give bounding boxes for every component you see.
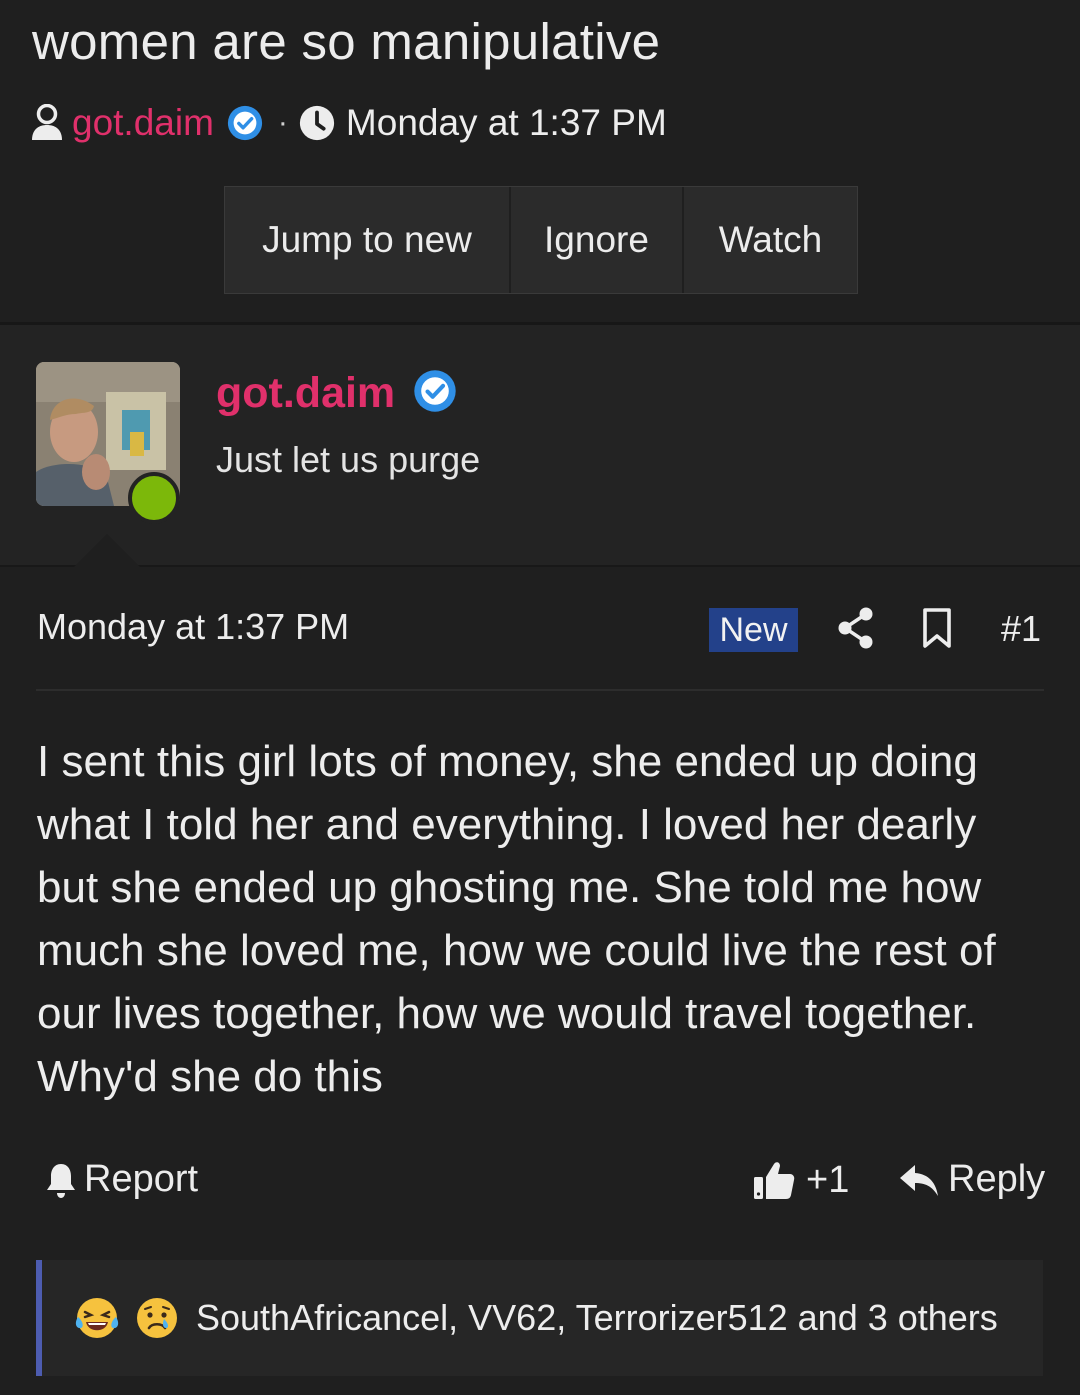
jump-to-new-button[interactable]: Jump to new [225,187,511,293]
crying-face-emoji [137,1298,177,1338]
post-author-block: got.daim Just let us purge [0,325,1080,566]
user-icon [32,104,62,140]
thread-action-buttons: Jump to new Ignore Watch [224,186,858,294]
divider [36,689,1044,691]
thumbs-up-icon [754,1162,795,1199]
share-icon[interactable] [836,606,876,650]
new-badge: New [709,608,798,652]
bookmark-icon[interactable] [920,607,954,649]
author-pointer-arrow [74,534,140,567]
laughing-tears-emoji [75,1298,119,1338]
thread-meta: got.daim · Monday at 1:37 PM [30,102,667,144]
post-author-name[interactable]: got.daim [216,369,395,418]
thread-author-link[interactable]: got.daim [72,102,214,144]
report-button[interactable]: Report [44,1158,198,1201]
ignore-button[interactable]: Ignore [511,187,684,293]
reply-button[interactable]: Reply [898,1158,1045,1201]
reply-label: Reply [948,1158,1046,1200]
like-button[interactable]: +1 [752,1158,849,1202]
post-body: I sent this girl lots of money, she ende… [37,737,996,1101]
verified-badge-icon [227,105,263,141]
divider [0,565,1080,567]
post-date[interactable]: Monday at 1:37 PM [37,606,349,648]
page: women are so manipulative got.daim · Mon… [0,0,1080,1395]
reply-arrow-icon [900,1164,938,1196]
user-title: Just let us purge [216,439,481,480]
bell-icon [47,1163,75,1198]
reactions-list[interactable]: SouthAfricancel, VV62, Terrorizer512 and… [196,1297,998,1339]
thread-date[interactable]: Monday at 1:37 PM [346,102,667,144]
clock-icon [299,105,335,141]
post-number-link[interactable]: #1 [1001,608,1041,650]
thread-title: women are so manipulative [32,13,661,70]
online-status-indicator [128,472,180,524]
like-count: +1 [806,1158,850,1201]
watch-button[interactable]: Watch [684,187,857,293]
report-label: Report [84,1158,199,1200]
verified-badge-icon [414,370,456,412]
meta-separator: · [277,106,288,139]
reactions-bar: SouthAfricancel, VV62, Terrorizer512 and… [36,1260,1043,1376]
